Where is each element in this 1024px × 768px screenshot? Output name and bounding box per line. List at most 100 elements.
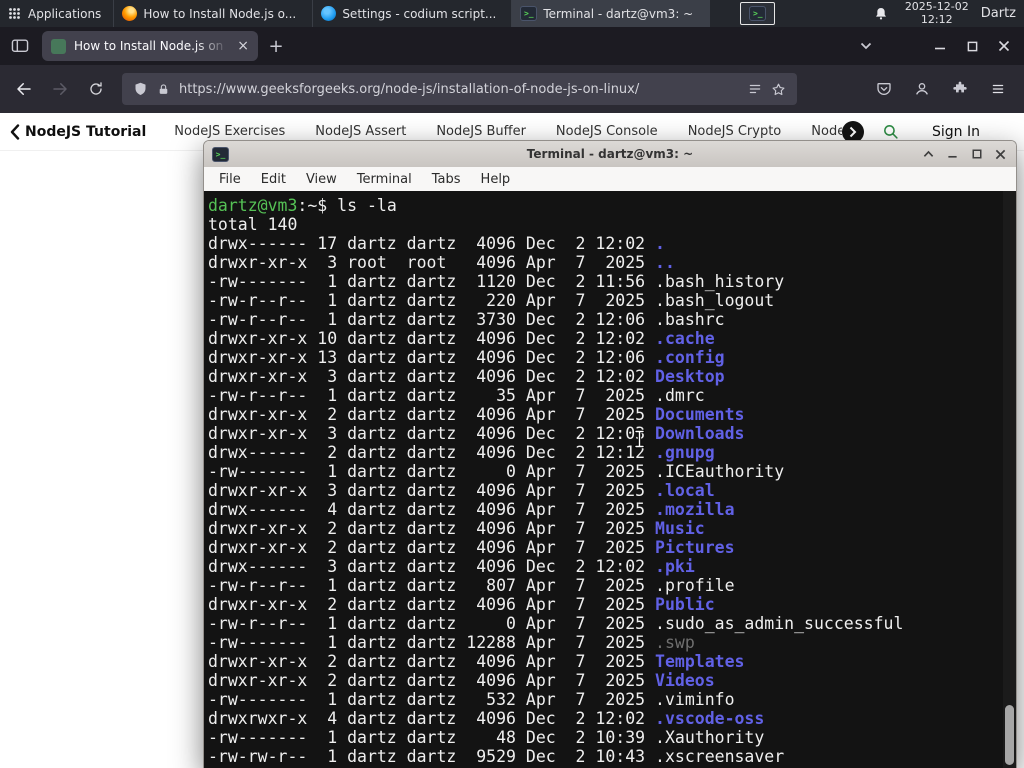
- taskbar-item[interactable]: How to Install Node.js o...: [113, 0, 312, 27]
- forward-button[interactable]: [44, 73, 76, 105]
- terminal-body[interactable]: dartz@vm3:~$ ls -la total 140 drwx------ 1…: [204, 191, 1016, 768]
- terminal-line: drwx------ 2 dartz dartz 4096 Dec 2 12:1…: [208, 443, 715, 462]
- firefox-view-button[interactable]: [6, 32, 34, 60]
- app-menu-button[interactable]: [982, 73, 1014, 105]
- lock-icon[interactable]: [157, 82, 170, 97]
- url-bar[interactable]: https://www.geeksforgeeks.org/node-js/in…: [122, 73, 797, 105]
- terminal-menu-view[interactable]: View: [296, 172, 347, 187]
- close-icon: [998, 40, 1010, 52]
- taskbar-item-title: How to Install Node.js o...: [143, 6, 297, 21]
- terminal-shade-button[interactable]: [921, 146, 936, 162]
- terminal-line: drwxr-xr-x 3 dartz dartz 4096 Apr 7 2025…: [208, 481, 715, 500]
- reader-view-icon[interactable]: [748, 82, 762, 96]
- nav-chevron-left-icon[interactable]: [10, 123, 20, 140]
- panel-clock[interactable]: 2025-12-02 12:12: [905, 0, 969, 26]
- terminal-menu-file[interactable]: File: [209, 172, 251, 187]
- taskbar-item-title: Terminal - dartz@vm3: ~: [543, 6, 694, 21]
- tray-terminal-button[interactable]: >_: [740, 2, 776, 25]
- applications-label: Applications: [28, 6, 102, 21]
- terminal-line: -rw-rw-r-- 1 dartz dartz 9529 Dec 2 10:4…: [208, 747, 785, 766]
- minimize-icon: [935, 47, 945, 50]
- terminal-close-button[interactable]: [993, 146, 1008, 162]
- terminal-line: drwxr-xr-x 2 dartz dartz 4096 Apr 7 2025…: [208, 595, 715, 614]
- minimize-icon: [948, 155, 957, 158]
- terminal-icon: >_: [749, 6, 767, 21]
- sign-in-button[interactable]: Sign In: [932, 124, 980, 140]
- browser-toolbar: https://www.geeksforgeeks.org/node-js/in…: [0, 65, 1024, 113]
- terminal-line: -rw-r--r-- 1 dartz dartz 35 Apr 7 2025 .…: [208, 386, 705, 405]
- back-icon: [17, 83, 31, 95]
- terminal-output: dartz@vm3:~$ ls -la total 140 drwx------ 1…: [208, 196, 1001, 768]
- list-all-tabs-button[interactable]: [852, 32, 880, 60]
- terminal-line: drwxr-xr-x 2 dartz dartz 4096 Apr 7 2025…: [208, 538, 735, 557]
- firefox-icon: [122, 6, 138, 21]
- terminal-menu-tabs[interactable]: Tabs: [422, 172, 471, 187]
- nav-item-nodejs-tutorial[interactable]: NodeJS Tutorial: [25, 124, 146, 140]
- maximize-icon: [972, 149, 981, 159]
- terminal-line: -rw------- 1 dartz dartz 532 Apr 7 2025 …: [208, 690, 735, 709]
- terminal-line: -rw------- 1 dartz dartz 48 Dec 2 10:39 …: [208, 728, 765, 747]
- extensions-icon: [953, 81, 967, 93]
- back-button[interactable]: [8, 73, 40, 105]
- terminal-prompt-line: dartz@vm3:~$ ls -la: [208, 196, 397, 215]
- taskbar-item[interactable]: Settings - codium script...: [312, 0, 511, 27]
- terminal-minimize-button[interactable]: [945, 146, 960, 162]
- hamburger-menu-icon: [992, 84, 1004, 94]
- terminal-line: drwxr-xr-x 3 dartz dartz 4096 Dec 2 12:0…: [208, 367, 725, 386]
- account-icon: [916, 83, 928, 95]
- site-nav-item[interactable]: NodeJS DNS: [811, 124, 842, 139]
- terminal-title: Terminal - dartz@vm3: ~: [526, 147, 694, 161]
- pocket-button[interactable]: [868, 73, 900, 105]
- reload-icon: [90, 82, 102, 95]
- terminal-maximize-button[interactable]: [969, 146, 984, 162]
- new-tab-button[interactable]: +: [262, 32, 290, 60]
- firefox-view-icon: [11, 39, 29, 53]
- terminal-icon: >_: [520, 6, 538, 21]
- chevron-down-icon: [860, 42, 872, 50]
- terminal-line: drwxr-xr-x 2 dartz dartz 4096 Apr 7 2025…: [208, 652, 745, 671]
- account-button[interactable]: [906, 73, 938, 105]
- bookmark-star-icon[interactable]: [771, 82, 786, 97]
- codium-icon: [321, 6, 337, 21]
- terminal-line: -rw------- 1 dartz dartz 12288 Apr 7 202…: [208, 633, 695, 652]
- terminal-line: -rw-r--r-- 1 dartz dartz 220 Apr 7 2025 …: [208, 291, 775, 310]
- applications-menu-button[interactable]: Applications: [0, 0, 113, 27]
- scrollbar-thumb[interactable]: [1005, 705, 1014, 765]
- tracking-shield-icon[interactable]: [133, 81, 148, 97]
- terminal-line: drwxr-xr-x 10 dartz dartz 4096 Dec 2 12:…: [208, 329, 715, 348]
- window-close-button[interactable]: [990, 32, 1018, 60]
- notification-bell-icon[interactable]: [873, 6, 889, 22]
- site-nav-item[interactable]: NodeJS Exercises: [174, 124, 285, 139]
- terminal-line: -rw------- 1 dartz dartz 0 Apr 7 2025 .I…: [208, 462, 785, 481]
- terminal-line: drwxr-xr-x 3 root root 4096 Apr 7 2025 .…: [208, 253, 675, 272]
- clock-time: 12:12: [920, 12, 953, 26]
- terminal-menu-terminal[interactable]: Terminal: [347, 172, 422, 187]
- site-search-button[interactable]: [882, 123, 899, 140]
- panel-user-label[interactable]: Dartz: [981, 6, 1016, 21]
- taskbar-item[interactable]: >_ Terminal - dartz@vm3: ~: [511, 0, 711, 27]
- chevron-up-icon: [923, 150, 934, 157]
- site-nav-item[interactable]: NodeJS Assert: [315, 124, 406, 139]
- terminal-menu-help[interactable]: Help: [471, 172, 521, 187]
- extensions-button[interactable]: [944, 73, 976, 105]
- terminal-scrollbar[interactable]: [1003, 191, 1016, 768]
- terminal-menu-edit[interactable]: Edit: [251, 172, 296, 187]
- window-minimize-button[interactable]: [926, 32, 954, 60]
- terminal-line: -rw-r--r-- 1 dartz dartz 0 Apr 7 2025 .s…: [208, 614, 904, 633]
- terminal-line: drwxr-xr-x 2 dartz dartz 4096 Apr 7 2025…: [208, 405, 745, 424]
- terminal-line: -rw-r--r-- 1 dartz dartz 807 Apr 7 2025 …: [208, 576, 735, 595]
- toolbar-right-icons: [868, 73, 1016, 105]
- site-nav-item[interactable]: NodeJS Crypto: [688, 124, 782, 139]
- browser-tab[interactable]: How to Install Node.js on ×: [42, 31, 258, 61]
- terminal-line: drwxr-xr-x 13 dartz dartz 4096 Dec 2 12:…: [208, 348, 725, 367]
- site-nav-item[interactable]: NodeJS Console: [556, 124, 658, 139]
- terminal-icon: >_: [212, 146, 229, 162]
- tab-close-icon[interactable]: ×: [237, 39, 249, 53]
- window-maximize-button[interactable]: [958, 32, 986, 60]
- site-nav-item[interactable]: NodeJS Buffer: [436, 124, 526, 139]
- terminal-titlebar[interactable]: >_ Terminal - dartz@vm3: ~: [204, 141, 1016, 167]
- reload-button[interactable]: [80, 73, 112, 105]
- terminal-line: drwxrwxr-x 4 dartz dartz 4096 Dec 2 12:0…: [208, 709, 765, 728]
- applications-grid-icon: [9, 8, 20, 19]
- taskbar: How to Install Node.js o... Settings - co…: [113, 0, 711, 27]
